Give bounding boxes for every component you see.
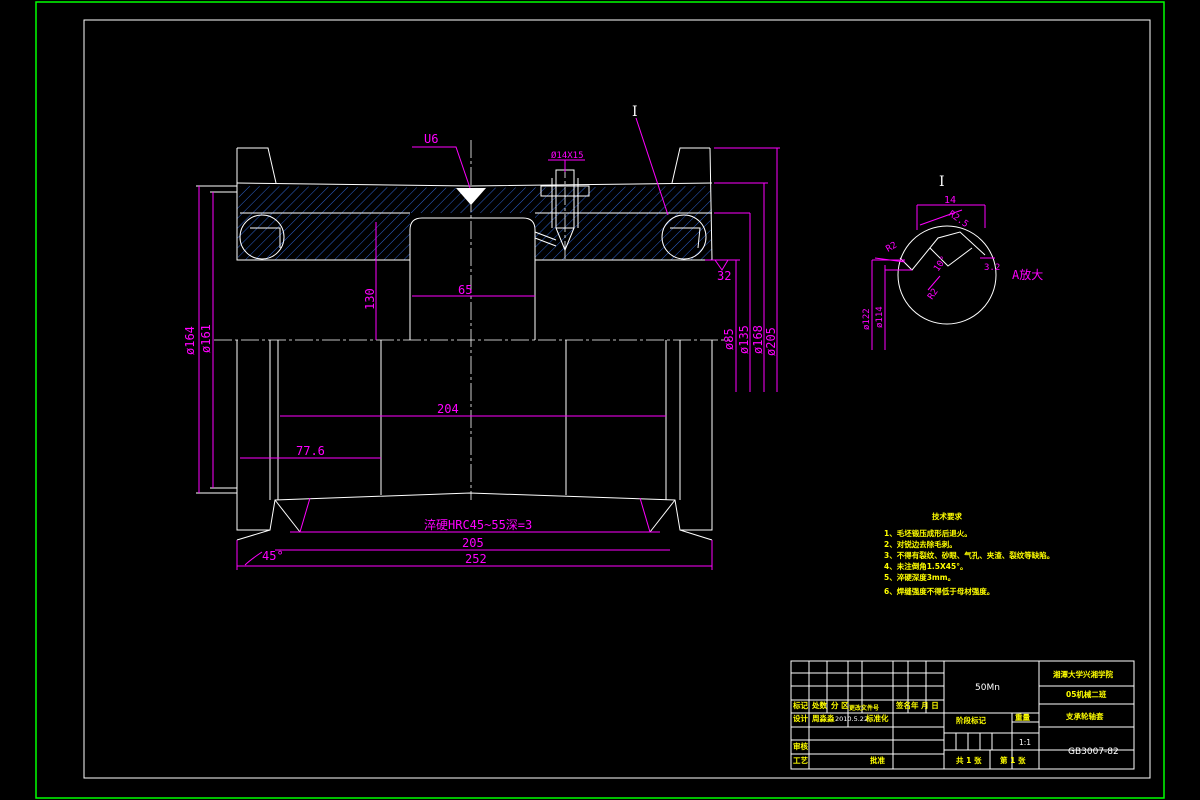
tech-item: 1、毛坯锻压成形后退火。: [884, 528, 972, 538]
hole-callout: Ø14X15: [551, 150, 584, 161]
dim-d161: ø161: [199, 324, 213, 353]
detail-dim-14: 14: [944, 195, 956, 206]
section-label-I: I: [632, 104, 638, 120]
tb-class: 05机械二班: [1066, 689, 1107, 699]
dim-d85: ø85: [722, 328, 736, 350]
dim-130: 130: [363, 288, 377, 310]
tb-zone: 分 区: [831, 700, 849, 710]
dim-204: 204: [437, 402, 459, 416]
detail-view: [871, 204, 997, 350]
tb-process: 工艺: [793, 755, 808, 765]
tech-item: 4、未注倒角1.5X45°。: [884, 561, 967, 571]
tech-item: 2、对锐边去除毛刺。: [884, 539, 957, 549]
tb-mark: 标记: [792, 700, 808, 710]
dim-77-6: 77.6: [296, 444, 325, 458]
tb-sign: 签名: [895, 700, 911, 710]
tb-part-name: 支承轮轴套: [1065, 711, 1104, 721]
tb-designer: 周淼淼: [812, 713, 835, 723]
tech-item: 3、不得有裂纹、砂眼、气孔、夹渣、裂纹等缺陷。: [884, 550, 1054, 560]
cad-drawing: U6 Ø14X15 I ø164 ø161 130 65 204 77.6 淬硬…: [35, 1, 1165, 799]
dim-205: 205: [462, 536, 484, 550]
tb-material: 50Mn: [975, 683, 1000, 693]
hardening-note: 淬硬HRC45~55深=3: [424, 517, 532, 532]
tb-design: 设计: [793, 713, 808, 723]
tb-weight: 重量: [1015, 712, 1031, 722]
tb-ratio: 1:1: [1019, 738, 1031, 747]
tb-standardize: 标准化: [865, 713, 889, 723]
dim-252: 252: [465, 552, 487, 566]
detail-enlarge-label: A放大: [1012, 267, 1043, 282]
tb-review: 审核: [793, 741, 808, 751]
tb-date-ymd: 年 月 日: [911, 700, 939, 710]
tb-approve: 批准: [870, 755, 885, 765]
tb-stage-mark: 阶段标记: [956, 715, 986, 725]
main-view: [196, 117, 780, 570]
detail-dim-d122: ø122: [862, 308, 872, 330]
tb-design-date: 2010.5.22: [835, 715, 868, 723]
dim-d205: ø205: [764, 327, 778, 356]
tb-drawing-no: GB3007-82: [1068, 747, 1119, 757]
tech-notes: 技术要求 1、毛坯锻压成形后退火。 2、对锐边去除毛刺。 3、不得有裂纹、砂眼、…: [884, 511, 1054, 596]
tb-sheets-total: 共 1 张: [956, 755, 982, 765]
detail-dim-angle: 10°: [932, 255, 950, 274]
sheet-outer-border: [35, 1, 1165, 799]
dim-d168: ø168: [751, 325, 765, 354]
dim-65: 65: [458, 283, 472, 297]
detail-dim-r2a: R2: [885, 241, 899, 255]
tech-item: 6、焊缝强度不得低于母材强度。: [884, 586, 994, 596]
tb-school: 湘潭大学兴湘学院: [1053, 669, 1113, 679]
tech-item: 5、淬硬深度3mm。: [884, 572, 955, 582]
detail-label: I: [939, 174, 945, 190]
dim-d135: ø135: [737, 325, 751, 354]
detail-dim-d114: ø114: [875, 306, 885, 328]
tb-count: 处数: [811, 700, 827, 710]
dim-d164: ø164: [183, 326, 197, 355]
dim-angle-45: 45°: [262, 549, 284, 563]
weld-label: U6: [424, 132, 438, 146]
tech-title: 技术要求: [932, 511, 962, 521]
tb-change-doc: 更改文件号: [849, 704, 879, 712]
tb-sheet-no: 第 1 张: [1000, 755, 1026, 765]
dim-32: 32: [717, 269, 731, 283]
sheet-inner-border: [83, 19, 1151, 779]
detail-dim-32: 3.2: [984, 263, 1000, 273]
